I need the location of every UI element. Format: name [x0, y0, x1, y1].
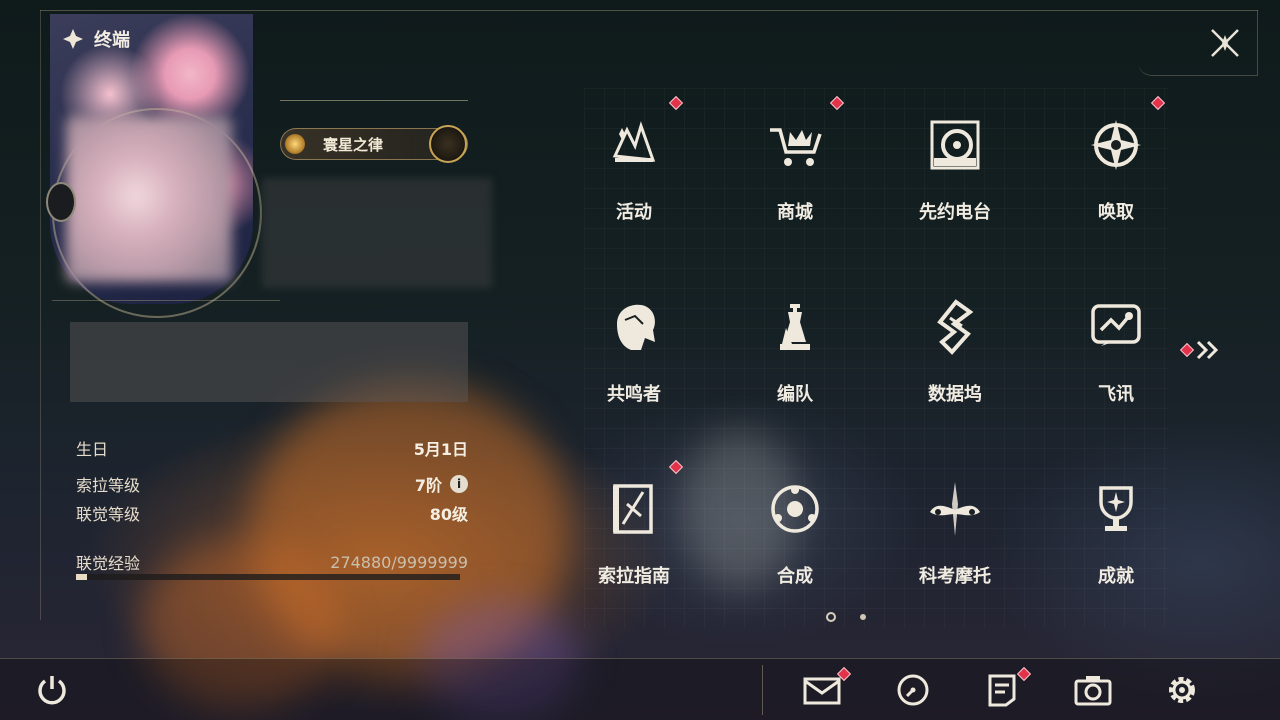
mail-button[interactable] — [802, 670, 842, 710]
menu-item-radio[interactable]: 先约电台 — [895, 96, 1015, 246]
menu-item-label: 活动 — [616, 202, 652, 223]
badge-label: 寰星之律 — [323, 135, 384, 154]
power-button[interactable] — [32, 670, 72, 710]
union-exp-label: 联觉经验 — [76, 554, 141, 573]
union-level-label: 联觉等级 — [76, 505, 141, 524]
page-dot[interactable] — [860, 614, 866, 620]
info-row-union-level: 联觉等级 80级 — [76, 501, 468, 525]
close-button[interactable] — [1206, 24, 1244, 62]
menu-item-label: 先约电台 — [919, 202, 991, 223]
team-icon — [780, 304, 810, 350]
achievement-icon — [1099, 486, 1133, 531]
header: 终端 — [62, 26, 130, 52]
activity-log-button[interactable] — [893, 670, 933, 710]
radio-icon — [930, 120, 980, 170]
divider — [762, 665, 763, 715]
page-dot-active[interactable] — [826, 612, 836, 622]
frame-line — [40, 10, 41, 620]
menu-item-activity[interactable]: 活动 — [574, 96, 694, 246]
terminal-logo-icon — [63, 29, 83, 49]
synthesis-icon — [771, 485, 819, 533]
menu-item-label: 索拉指南 — [598, 566, 670, 587]
notification-dot — [1179, 342, 1195, 358]
signature-blurred[interactable] — [70, 322, 468, 402]
message-icon — [1091, 304, 1141, 346]
menu-item-label: 科考摩托 — [919, 566, 991, 587]
info-icon[interactable]: i — [450, 475, 468, 493]
data-bank-icon — [937, 299, 974, 355]
menu-item-shop[interactable]: 商城 — [735, 96, 855, 246]
next-page-button[interactable] — [1179, 340, 1222, 360]
info-row-union-exp: 联觉经验 274880/9999999 — [76, 550, 468, 574]
union-exp-value: 274880/9999999 — [330, 552, 468, 572]
notice-button[interactable] — [982, 670, 1022, 710]
sola-level-value-wrap: 7阶 i — [415, 472, 468, 496]
page-indicator — [826, 612, 866, 622]
menu-item-label: 成就 — [1098, 566, 1134, 587]
sola-level-value: 7阶 — [414, 476, 442, 495]
clock-icon — [897, 674, 929, 706]
camera-icon — [1074, 676, 1112, 706]
menu-item-team[interactable]: 编队 — [735, 278, 855, 428]
menu-item-label: 商城 — [777, 202, 813, 223]
shop-icon — [770, 128, 822, 166]
divider — [52, 300, 280, 301]
menu-item-label: 唤取 — [1098, 202, 1134, 223]
union-exp-bar — [76, 574, 460, 580]
close-icon — [1211, 29, 1239, 57]
menu-item-label: 共鸣者 — [607, 384, 661, 405]
badge-emblem-icon — [429, 125, 467, 163]
page-title: 终端 — [94, 30, 130, 51]
resonator-icon — [617, 304, 655, 350]
menu-item-resonator[interactable]: 共鸣者 — [574, 278, 694, 428]
menu-item-label: 数据坞 — [928, 384, 982, 405]
frame-line — [40, 10, 1258, 11]
union-exp-fill — [76, 574, 87, 580]
convene-icon — [1091, 120, 1141, 170]
info-row-sola-level: 索拉等级 7阶 i — [76, 472, 468, 496]
guide-icon — [613, 484, 653, 534]
union-level-value: 80级 — [429, 505, 468, 524]
avatar-edit-icon[interactable] — [46, 182, 76, 222]
title-badge[interactable]: 寰星之律 — [280, 125, 468, 163]
player-name-blurred — [262, 178, 492, 288]
divider — [280, 100, 468, 101]
menu-item-guide[interactable]: 索拉指南 — [574, 460, 694, 610]
birthday-label: 生日 — [76, 440, 109, 459]
background-blur — [250, 380, 570, 680]
menu-item-synthesis[interactable]: 合成 — [735, 460, 855, 610]
menu-item-achievement[interactable]: 成就 — [1056, 460, 1176, 610]
gear-icon — [1169, 677, 1195, 703]
info-row-birthday: 生日 5月1日 — [76, 436, 468, 460]
menu-item-data-bank[interactable]: 数据坞 — [895, 278, 1015, 428]
menu-item-label: 飞讯 — [1098, 384, 1134, 405]
menu-item-label: 编队 — [777, 384, 813, 405]
double-chevron-right-icon — [1196, 340, 1219, 360]
menu-item-motorcycle[interactable]: 科考摩托 — [895, 460, 1015, 610]
menu-item-convene[interactable]: 唤取 — [1056, 96, 1176, 246]
sola-level-label: 索拉等级 — [76, 476, 141, 495]
menu-item-message[interactable]: 飞讯 — [1056, 278, 1176, 428]
photo-button[interactable] — [1073, 670, 1113, 710]
notice-icon — [988, 674, 1016, 707]
menu-item-label: 合成 — [777, 566, 813, 587]
avatar[interactable] — [66, 116, 232, 282]
mail-icon — [803, 677, 841, 705]
settings-button[interactable] — [1162, 670, 1202, 710]
motorcycle-icon — [930, 482, 980, 536]
birthday-value: 5月1日 — [413, 440, 468, 459]
event-icon — [612, 121, 656, 162]
power-icon — [38, 676, 66, 705]
badge-gem-icon — [285, 134, 305, 154]
